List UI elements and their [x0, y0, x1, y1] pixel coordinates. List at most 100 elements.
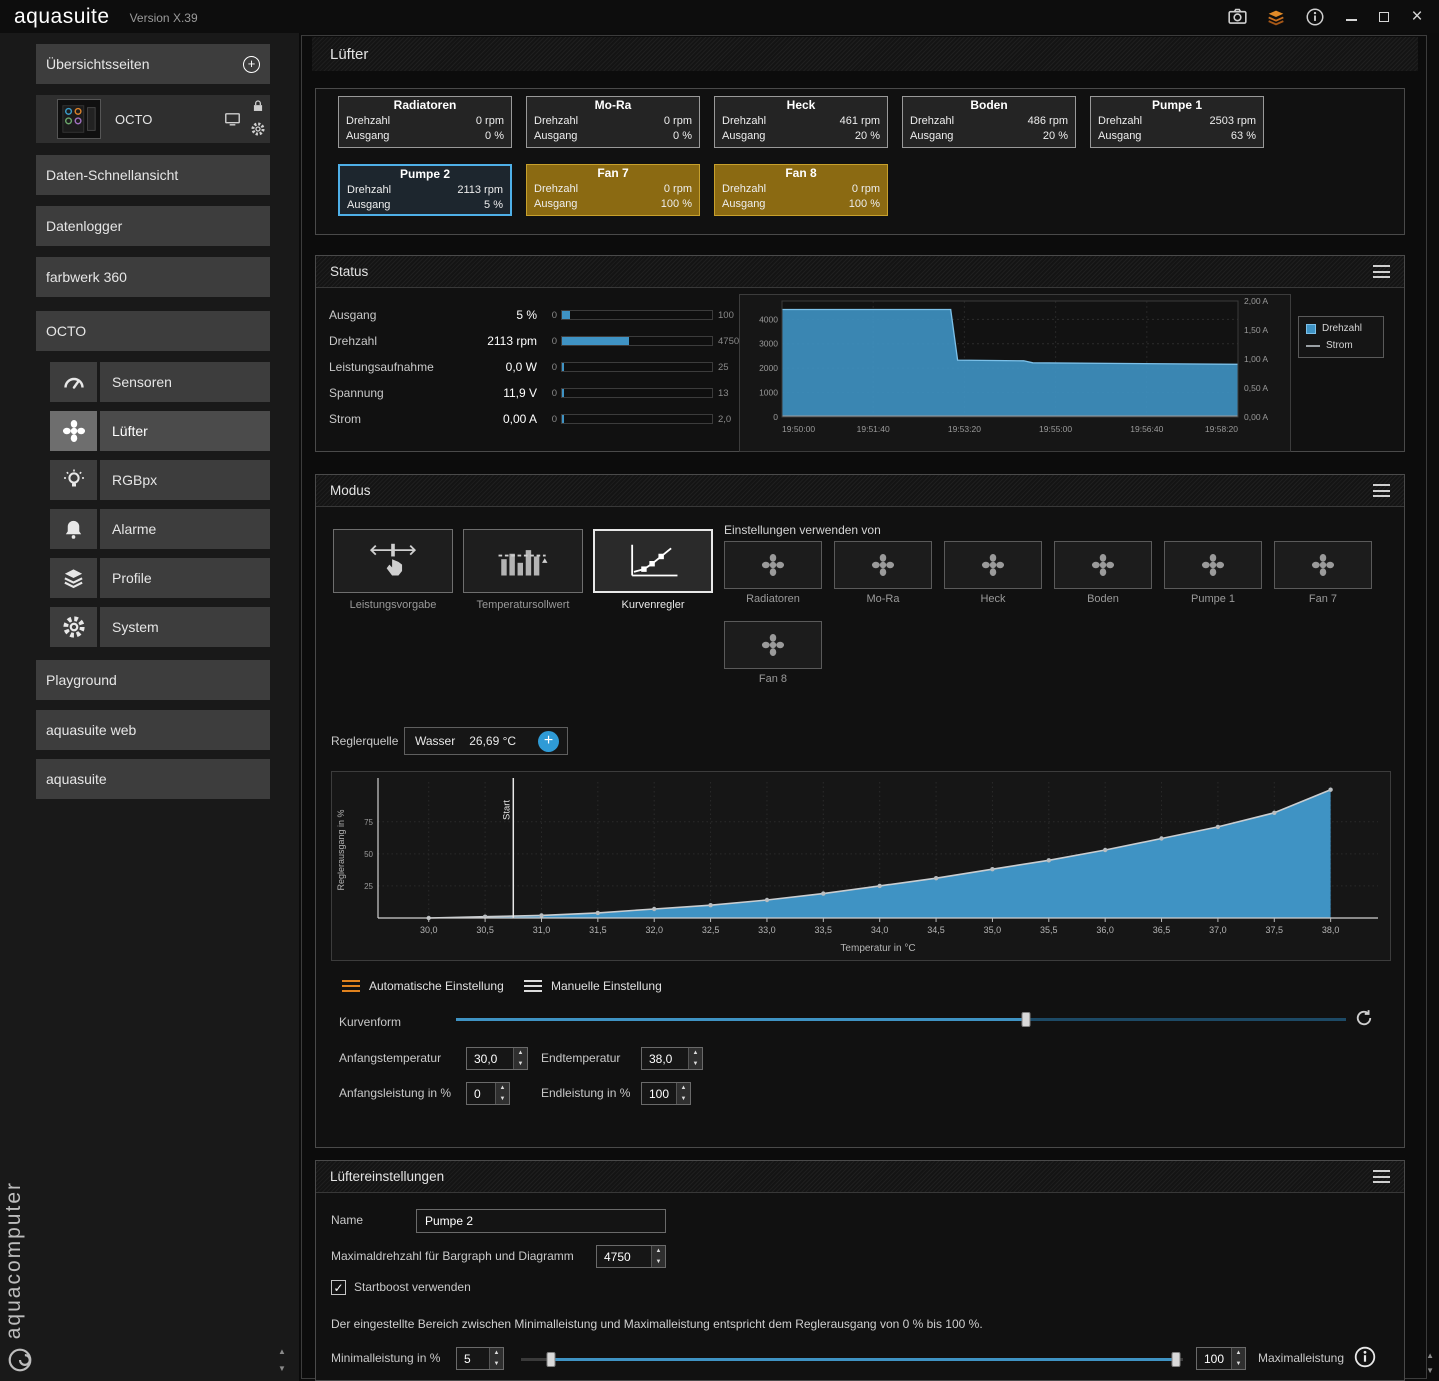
add-source-button[interactable]: +	[538, 730, 559, 752]
gear-icon[interactable]	[250, 121, 266, 137]
maximalleistung-spinner[interactable]: 100 ▲ ▼	[1196, 1347, 1246, 1370]
endtemperatur-spinner[interactable]: 38,0 ▲ ▼	[641, 1047, 703, 1070]
stat-value: 0,0 W	[505, 360, 537, 374]
endleistung-spinner[interactable]: 100 ▲ ▼	[641, 1082, 691, 1105]
scroll-down-icon[interactable]: ▼	[278, 1364, 286, 1373]
reset-curve-icon[interactable]	[1354, 1008, 1374, 1028]
sidebar-section-uebersichtsseiten[interactable]: Übersichtsseiten +	[36, 44, 270, 84]
legend-label: Strom	[1326, 340, 1353, 351]
spinner-arrows[interactable]: ▲ ▼	[489, 1348, 503, 1369]
panel-title: Lüftereinstellungen	[330, 1169, 445, 1184]
octo-thumbnail[interactable]	[57, 99, 101, 139]
use-from-heck-button[interactable]	[944, 541, 1042, 589]
fan-tile-fan-8[interactable]: Fan 8 Drehzahl 0 rpm Ausgang 100 %	[714, 164, 888, 216]
curve-editor-chart[interactable]: 25 50 75 Start 30,0 30,5 31,0 31,5 32,0 32,5 33,0 3…	[331, 771, 1391, 961]
info-icon[interactable]	[1304, 6, 1326, 28]
sidebar-scrollbar[interactable]: ▲ ▼	[278, 1347, 286, 1373]
leistung-range-slider[interactable]	[521, 1351, 1183, 1367]
sidebar-item-aquasuite-web[interactable]: aquasuite web	[36, 710, 270, 750]
scroll-up-icon[interactable]: ▲	[1426, 1351, 1434, 1360]
minimize-button[interactable]	[1343, 9, 1359, 25]
panel-menu-icon[interactable]	[1373, 265, 1390, 278]
sidebar-item-datenlogger[interactable]: Datenlogger	[36, 206, 270, 246]
sidebar-item-system[interactable]: System	[100, 607, 270, 647]
fan-tile-fan-7[interactable]: Fan 7 Drehzahl 0 rpm Ausgang 100 %	[526, 164, 700, 216]
sidebar-item-farbwerk-360[interactable]: farbwerk 360	[36, 257, 270, 297]
minimalleistung-spinner[interactable]: 5 ▲ ▼	[456, 1347, 504, 1370]
panel-menu-icon[interactable]	[1373, 484, 1390, 497]
startboost-checkbox[interactable]: ✓	[331, 1280, 346, 1295]
use-from-boden-button[interactable]	[1054, 541, 1152, 589]
add-page-button[interactable]: +	[243, 55, 260, 73]
screenshot-icon[interactable]	[1226, 6, 1248, 28]
fan-icon[interactable]	[50, 411, 97, 451]
sidebar-item-daten-schnellansicht[interactable]: Daten-Schnellansicht	[36, 155, 270, 195]
auto-einstellung-button[interactable]: Automatische Einstellung	[342, 975, 504, 997]
sidebar-item-profile[interactable]: Profile	[100, 558, 270, 598]
fan-tile-mo-ra[interactable]: Mo-Ra Drehzahl 0 rpm Ausgang 0 %	[526, 96, 700, 148]
gear-icon[interactable]	[50, 607, 97, 647]
maximize-button[interactable]	[1376, 9, 1392, 25]
spinner-arrows[interactable]: ▲ ▼	[1231, 1348, 1245, 1369]
spinner-arrows[interactable]: ▲ ▼	[676, 1083, 690, 1104]
fan-tile-pumpe-1[interactable]: Pumpe 1 Drehzahl 2503 rpm Ausgang 63 %	[1090, 96, 1264, 148]
spinner-arrows[interactable]: ▲ ▼	[495, 1083, 509, 1104]
overview-device-octo[interactable]: OCTO	[36, 95, 270, 143]
spinner-value: 100	[1204, 1351, 1225, 1366]
aquasuite-logo-icon[interactable]	[1265, 6, 1287, 28]
use-from-radiatoren-button[interactable]	[724, 541, 822, 589]
fan-tile-pumpe-2[interactable]: Pumpe 2 Drehzahl 2113 rpm Ausgang 5 %	[338, 164, 512, 216]
mode-leistungsvorgabe-button[interactable]	[333, 529, 453, 593]
sidebar-item-rgbpx[interactable]: RGBpx	[100, 460, 270, 500]
scroll-up-icon[interactable]: ▲	[278, 1347, 286, 1356]
main-scrollbar[interactable]: ▲ ▼	[1426, 1351, 1434, 1375]
lock-icon[interactable]	[251, 99, 265, 113]
use-from-name: Pumpe 1	[1190, 593, 1236, 605]
svg-text:30,5: 30,5	[476, 925, 494, 935]
sidebar-item-sensoren[interactable]: Sensoren	[100, 362, 270, 402]
gauge-icon[interactable]	[50, 362, 97, 402]
sidebar-item-octo[interactable]: OCTO	[36, 311, 270, 351]
fan-name-input[interactable]	[416, 1209, 666, 1233]
use-from-mo-ra-button[interactable]	[834, 541, 932, 589]
range-handle-min[interactable]	[546, 1352, 556, 1367]
anfangstemperatur-spinner[interactable]: 30,0 ▲ ▼	[466, 1047, 528, 1070]
sidebar-item-label: Lüfter	[112, 423, 148, 439]
spinner-arrows[interactable]: ▲ ▼	[688, 1048, 702, 1069]
bell-icon[interactable]	[50, 509, 97, 549]
stat-max: 100	[718, 309, 734, 321]
mode-kurvenregler-button[interactable]	[593, 529, 713, 593]
reglerquelle-selector[interactable]: Wasser 26,69 °C +	[404, 727, 568, 755]
fan-tile-boden[interactable]: Boden Drehzahl 486 rpm Ausgang 20 %	[902, 96, 1076, 148]
use-from-fan-8-button[interactable]	[724, 621, 822, 669]
kurvenform-handle[interactable]	[1021, 1012, 1031, 1027]
spinner-arrows[interactable]: ▲ ▼	[651, 1246, 665, 1267]
spinner-down-icon: ▼	[692, 1060, 699, 1067]
bulb-icon[interactable]	[50, 460, 97, 500]
mode-temperatursollwert-button[interactable]	[463, 529, 583, 593]
fan-tile-heck[interactable]: Heck Drehzahl 461 rpm Ausgang 20 %	[714, 96, 888, 148]
fan-tile-radiatoren[interactable]: Radiatoren Drehzahl 0 rpm Ausgang 0 %	[338, 96, 512, 148]
use-from-fan-7-button[interactable]	[1274, 541, 1372, 589]
anfangsleistung-spinner[interactable]: 0 ▲ ▼	[466, 1082, 510, 1105]
close-button[interactable]: ×	[1409, 7, 1425, 26]
sidebar-item-aquasuite[interactable]: aquasuite	[36, 759, 270, 799]
sidebar-item-playground[interactable]: Playground	[36, 660, 270, 700]
fan-icon	[760, 632, 786, 658]
spinner-arrows[interactable]: ▲ ▼	[513, 1048, 527, 1069]
sidebar-item-alarme[interactable]: Alarme	[100, 509, 270, 549]
sidebar-item-luefter[interactable]: Lüfter	[100, 411, 270, 451]
range-handle-max[interactable]	[1171, 1352, 1181, 1367]
output-label: Ausgang	[722, 130, 766, 142]
kurvenform-fill	[456, 1018, 1026, 1021]
kurvenform-slider[interactable]	[456, 1011, 1346, 1027]
monitor-icon[interactable]	[224, 111, 241, 128]
maxrpm-spinner[interactable]: 4750 ▲ ▼	[596, 1245, 666, 1268]
panel-menu-icon[interactable]	[1373, 1170, 1390, 1183]
manuelle-einstellung-button[interactable]: Manuelle Einstellung	[524, 975, 662, 997]
layers-icon[interactable]	[50, 558, 97, 598]
scroll-down-icon[interactable]: ▼	[1426, 1366, 1434, 1375]
fan-tile-name: Fan 7	[597, 166, 629, 180]
use-from-pumpe-1-button[interactable]	[1164, 541, 1262, 589]
info-icon[interactable]	[1353, 1345, 1377, 1369]
